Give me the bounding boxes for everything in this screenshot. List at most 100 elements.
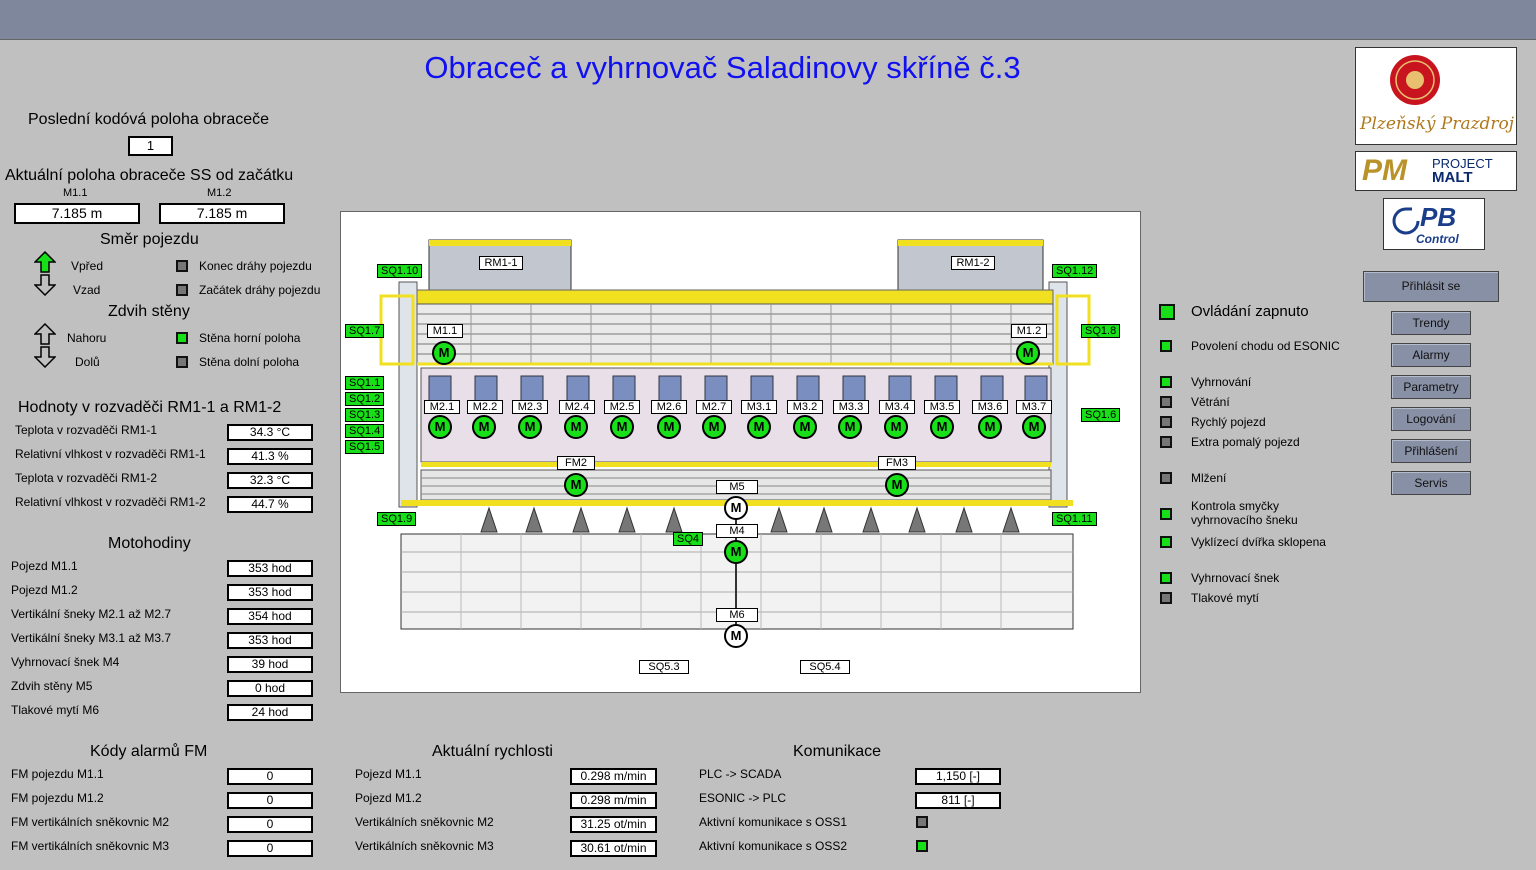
motor-m3-2-icon[interactable]: M: [793, 415, 817, 439]
wall-bottom-indicator: [176, 356, 188, 368]
status-label: Tlakové mytí: [1191, 591, 1260, 605]
motor-m5-label: M5: [716, 480, 758, 494]
last-code-label: Poslední kodóvá poloha obraceče: [28, 111, 270, 128]
speed-row-value: 0.298 m/min: [570, 768, 657, 785]
m11-position-value: 7.185 m: [14, 203, 140, 224]
travel-heading: Směr pojezdu: [100, 231, 199, 248]
cabinet-rm11-label: RM1-1: [479, 256, 523, 270]
alarm-row-value: 0: [227, 840, 313, 857]
plzensky-prazdroj-logo: Plzeňský Prazdroj: [1355, 47, 1517, 145]
hours-row-value: 39 hod: [227, 656, 313, 673]
arrow-down-icon: [34, 274, 56, 296]
motor-m6-icon[interactable]: M: [724, 624, 748, 648]
esonic-plc-label: ESONIC -> PLC: [699, 791, 787, 805]
cabinet-row-value: 41.3 %: [227, 448, 313, 465]
motor-m2-1-icon[interactable]: M: [428, 415, 452, 439]
plc-scada-label: PLC -> SCADA: [699, 767, 782, 781]
sensor-sq5-3: SQ5.3: [639, 660, 689, 674]
logging-button[interactable]: Logování: [1391, 407, 1471, 431]
motor-label: M2.6: [651, 400, 687, 414]
speed-row-value: 0.298 m/min: [570, 792, 657, 809]
pm-project-malt-logo: PM PROJECT MALT: [1355, 151, 1517, 191]
sensor-sq1-11: SQ1.11: [1052, 512, 1097, 526]
speed-row-value: 30.61 ot/min: [570, 840, 657, 857]
motor-label: M2.1: [424, 400, 460, 414]
status-label: Mlžení: [1191, 471, 1227, 485]
motor-m3-5-icon[interactable]: M: [930, 415, 954, 439]
hours-row-value: 0 hod: [227, 680, 313, 697]
status-label: Vyhrnování: [1191, 375, 1252, 389]
lift-down-label: Dolů: [75, 355, 100, 369]
motor-m2-6-icon[interactable]: M: [657, 415, 681, 439]
motor-m3-7-icon[interactable]: M: [1022, 415, 1046, 439]
motor-m12-label: M1.2: [1011, 324, 1047, 338]
hours-row-label: Tlakové mytí M6: [11, 703, 100, 717]
motor-m2-4-icon[interactable]: M: [564, 415, 588, 439]
hours-row-label: Pojezd M1.1: [11, 559, 78, 573]
motor-m2-5-icon[interactable]: M: [610, 415, 634, 439]
status-indicator: [1160, 536, 1172, 548]
travel-end-label: Konec dráhy pojezdu: [199, 259, 312, 273]
esonic-plc-value: 811 [-]: [915, 792, 1001, 809]
motor-m11-icon[interactable]: M: [432, 341, 456, 365]
hours-row-label: Vyhrnovací šnek M4: [11, 655, 120, 669]
motor-m2-3-icon[interactable]: M: [518, 415, 542, 439]
login-button[interactable]: Přihlásit se: [1363, 271, 1499, 302]
cabinet-row-label: Relativní vlhkost v rozvaděči RM1-1: [15, 447, 206, 461]
current-position-label: Aktuální poloha obraceče SS od začátku: [5, 167, 294, 184]
trends-button[interactable]: Trendy: [1391, 311, 1471, 335]
hours-row-value: 354 hod: [227, 608, 313, 625]
hours-row-label: Pojezd M1.2: [11, 583, 78, 597]
motor-m2-2-icon[interactable]: M: [472, 415, 496, 439]
sensor-sq5-4: SQ5.4: [800, 660, 850, 674]
cabinet-row-value: 34.3 °C: [227, 424, 313, 441]
status-indicator: [1160, 376, 1172, 388]
motor-m3-6-icon[interactable]: M: [978, 415, 1002, 439]
alarm-row-label: FM pojezdu M1.1: [11, 767, 104, 781]
arrow-up-green-icon: [34, 251, 56, 273]
motor-m2-7-icon[interactable]: M: [702, 415, 726, 439]
alarms-heading: Kódy alarmů FM: [90, 743, 208, 760]
esonic-permit-label: Povolení chodu od ESONIC: [1191, 339, 1340, 353]
motor-m5-icon[interactable]: M: [724, 496, 748, 520]
status-indicator: [1160, 416, 1172, 428]
motor-label: M2.7: [696, 400, 732, 414]
service-button[interactable]: Servis: [1391, 471, 1471, 495]
hours-row-label: Vertikální šneky M2.1 až M2.7: [11, 607, 172, 621]
oss1-label: Aktivní komunikace s OSS1: [699, 815, 848, 829]
wall-top-indicator: [176, 332, 188, 344]
lift-heading: Zdvih stěny: [108, 303, 190, 320]
sensor-sq1-2: SQ1.2: [345, 392, 385, 406]
speeds-heading: Aktuální rychlosti: [432, 743, 553, 760]
plc-scada-value: 1,150 [-]: [915, 768, 1001, 785]
page-title: Obraceč a vyhrnovač Saladinovy skříně č.…: [424, 50, 1021, 85]
motor-m3-3-icon[interactable]: M: [838, 415, 862, 439]
status-indicator: [1160, 396, 1172, 408]
motor-fm3-icon[interactable]: M: [885, 473, 909, 497]
motor-fm2-icon[interactable]: M: [564, 473, 588, 497]
pp-logo-text: Plzeňský Prazdroj: [1360, 114, 1515, 134]
sensor-sq1-10: SQ1.10: [377, 264, 423, 278]
travel-end-indicator: [176, 260, 188, 272]
alarm-row-value: 0: [227, 792, 313, 809]
comms-heading: Komunikace: [793, 743, 882, 760]
motor-label: M2.3: [512, 400, 548, 414]
m11-position-label: M1.1: [63, 187, 88, 199]
motor-m4-label: M4: [716, 524, 758, 538]
motor-m3-1-icon[interactable]: M: [747, 415, 771, 439]
esonic-permit-indicator: [1160, 340, 1172, 352]
alarm-row-value: 0: [227, 816, 313, 833]
last-code-value: 1: [128, 136, 173, 156]
motor-m12-icon[interactable]: M: [1016, 341, 1040, 365]
alarms-button[interactable]: Alarmy: [1391, 343, 1471, 367]
status-label: Extra pomalý pojezd: [1191, 435, 1300, 449]
oss1-indicator: [916, 816, 928, 828]
cabinet-heading: Hodnoty v rozvaděči RM1-1 a RM1-2: [18, 399, 282, 416]
parameters-button[interactable]: Parametry: [1391, 375, 1471, 399]
status-label: Vyklízecí dvířka sklopena: [1191, 535, 1326, 549]
logins-button[interactable]: Přihlášení: [1391, 439, 1471, 463]
motor-m4-icon[interactable]: M: [724, 540, 748, 564]
motor-label: M3.4: [879, 400, 915, 414]
motor-m3-4-icon[interactable]: M: [884, 415, 908, 439]
travel-backward-label: Vzad: [73, 283, 101, 297]
